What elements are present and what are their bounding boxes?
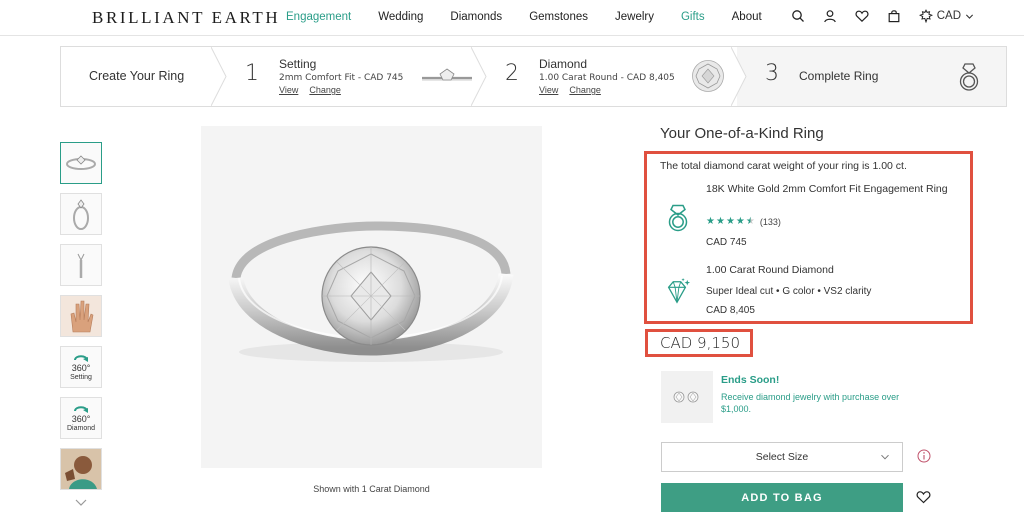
promo-text: Receive diamond jewelry with purchase ov… [721,392,900,414]
step-number: 3 [765,61,779,86]
thumb-360-label: 360° [71,413,91,424]
step-divider [211,47,227,106]
earrings-image-icon [673,391,699,403]
bag-icon[interactable] [887,9,901,23]
total-price: CAD 9,150 [660,334,740,352]
step-divider [731,47,747,106]
thumb-360-sub: Diamond [66,424,95,432]
create-your-ring-label: Create Your Ring [89,69,185,83]
nav-gemstones[interactable]: Gemstones [529,11,588,23]
diamond-icon [667,278,691,304]
step-links: View Change [539,85,601,95]
change-diamond-link[interactable]: Change [569,85,601,95]
step-number: 1 [245,61,259,86]
promo-image [661,371,713,423]
header-icons: CAD [791,9,974,23]
star-icon: ★ [715,216,725,227]
size-select-label: Select Size [755,451,809,463]
view-diamond-link[interactable]: View [539,85,558,95]
rotate-360-icon [74,405,88,413]
total-carat-text: The total diamond carat weight of your r… [660,160,907,172]
step-summary: 2mm Comfort Fit - CAD 745 [279,73,404,83]
step-create: Create Your Ring [61,47,216,106]
image-caption: Shown with 1 Carat Diamond [313,484,430,494]
setting-rating[interactable]: ★ ★ ★ ★ ★ (133) [706,216,781,227]
thumbnail-model[interactable] [60,448,102,490]
diamond-price: CAD 8,405 [706,305,755,316]
step-summary: 1.00 Carat Round - CAD 8,405 [539,73,675,83]
nav-about[interactable]: About [732,11,762,23]
ring-thumb-icon [73,199,89,230]
nav-wedding[interactable]: Wedding [378,11,423,23]
thumbnail-ring-side[interactable] [60,193,102,235]
nav-engagement[interactable]: Engagement [286,11,351,23]
review-count: (133) [759,216,781,227]
thumb-360-label: 360° [71,362,91,373]
step-complete-ring[interactable]: 3 Complete Ring [737,47,1006,106]
step-links: View Change [279,85,341,95]
hand-thumb-icon [70,300,94,333]
site-header: BRILLIANT EARTH Engagement Wedding Diamo… [0,0,1024,36]
currency-flag-icon [918,9,933,23]
currency-selector[interactable]: CAD [918,9,974,23]
diamond-thumb-icon [692,60,724,92]
summary-highlight-box [644,151,973,324]
step-number: 2 [505,61,519,86]
search-icon[interactable] [791,9,805,23]
step-setting[interactable]: 1 Setting 2mm Comfort Fit - CAD 745 View… [229,47,484,106]
rotate-360-icon [74,354,88,362]
step-title: Diamond [539,57,588,71]
diamond-name[interactable]: 1.00 Carat Round Diamond [706,264,956,276]
chevron-down-icon [881,454,889,460]
nav-gifts[interactable]: Gifts [681,11,705,23]
chevron-down-icon [965,14,974,19]
brand-logo[interactable]: BRILLIANT EARTH [92,8,280,28]
main-product-image[interactable] [201,126,542,468]
currency-label: CAD [936,10,961,22]
ring-builder-steps: Create Your Ring 1 Setting 2mm Comfort F… [60,46,1007,107]
thumbnail-ring-profile[interactable] [60,244,102,286]
setting-price: CAD 745 [706,237,747,248]
change-setting-link[interactable]: Change [309,85,341,95]
thumb-360-sub: Setting [70,373,92,381]
star-icon: ★ [725,216,735,227]
wishlist-icon[interactable] [855,9,869,23]
setting-name[interactable]: 18K White Gold 2mm Comfort Fit Engagemen… [706,183,956,195]
setting-ring-thumb-icon [422,68,472,81]
thumbnail-360-diamond[interactable]: 360° Diamond [60,397,102,439]
thumbnail-360-setting[interactable]: 360° Setting [60,346,102,388]
ring-thumb-icon [77,253,85,278]
ring-icon [668,204,688,232]
ring-render-image [228,221,514,362]
add-to-bag-button[interactable]: ADD TO BAG [661,483,903,512]
step-divider [471,47,487,106]
product-title: Your One-of-a-Kind Ring [660,125,824,142]
ring-thumb-icon [66,155,96,170]
model-thumb-icon [61,449,101,489]
step-title: Setting [279,57,317,71]
star-icon: ★ [735,216,745,227]
account-icon[interactable] [823,9,837,23]
view-setting-link[interactable]: View [279,85,298,95]
ring-icon [959,63,979,91]
main-nav: Engagement Wedding Diamonds Gemstones Je… [286,11,789,23]
thumbnail-ring-on-hand[interactable] [60,295,102,337]
nav-jewelry[interactable]: Jewelry [615,11,654,23]
heart-icon[interactable] [916,490,931,504]
info-icon[interactable] [917,449,931,463]
half-star-icon: ★ [745,216,755,227]
promo-title: Ends Soon! [721,374,780,386]
step-title: Complete Ring [799,69,879,83]
size-select[interactable]: Select Size [661,442,903,472]
step-diamond[interactable]: 2 Diamond 1.00 Carat Round - CAD 8,405 V… [489,47,739,106]
star-icon: ★ [706,216,715,227]
thumbnail-ring-angle[interactable] [60,142,102,184]
nav-diamonds[interactable]: Diamonds [450,11,502,23]
thumbnails-scroll-down-icon[interactable] [75,498,87,508]
diamond-details: Super Ideal cut • G color • VS2 clarity [706,286,872,297]
